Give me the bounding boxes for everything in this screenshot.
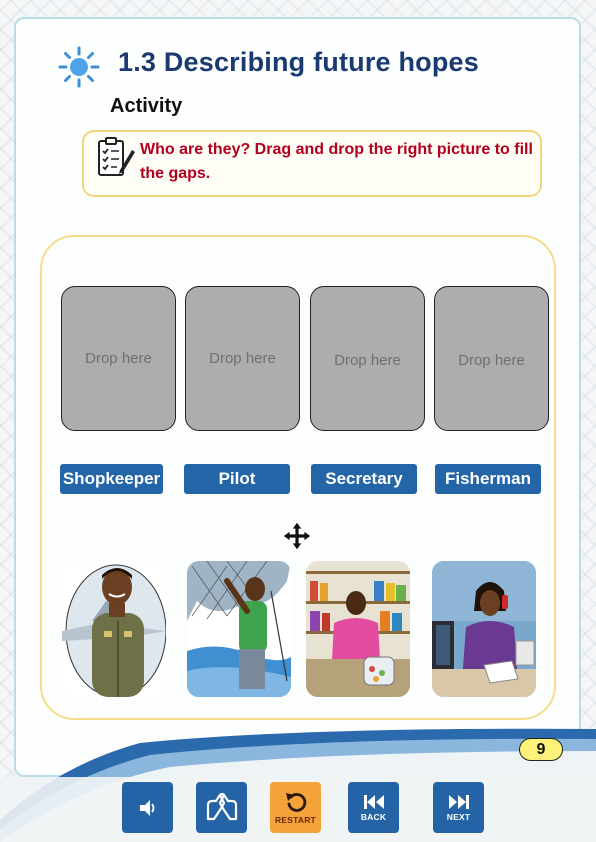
sign-language-icon xyxy=(206,792,237,820)
sun-icon xyxy=(58,46,100,88)
next-icon xyxy=(448,795,469,809)
label-secretary: Secretary xyxy=(311,464,417,494)
instruction-box: Who are they? Drag and drop the right pi… xyxy=(82,130,542,197)
restart-icon xyxy=(285,793,306,812)
fisherman-picture[interactable] xyxy=(187,561,291,697)
page-number-badge: 9 xyxy=(519,738,563,761)
restart-label: RESTART xyxy=(275,815,316,825)
section-heading: Activity xyxy=(110,95,183,117)
drop-zone-placeholder: Drop here xyxy=(458,352,525,369)
drop-zone-2[interactable]: Drop here xyxy=(185,286,300,431)
label-pilot: Pilot xyxy=(184,464,290,494)
drop-zone-1[interactable]: Drop here xyxy=(61,286,176,431)
page-title: 1.3 Describing future hopes xyxy=(118,47,479,77)
label-shopkeeper: Shopkeeper xyxy=(60,464,163,494)
shopkeeper-picture[interactable] xyxy=(306,561,410,697)
drop-zone-placeholder: Drop here xyxy=(85,350,152,367)
speaker-icon xyxy=(139,799,154,816)
pilot-picture[interactable] xyxy=(62,561,166,697)
sign-language-button[interactable] xyxy=(196,782,247,833)
move-cursor-icon xyxy=(282,521,312,551)
restart-button[interactable]: RESTART xyxy=(270,782,321,833)
drop-zone-3[interactable]: Drop here xyxy=(310,286,425,431)
instruction-text: Who are they? Drag and drop the right pi… xyxy=(140,141,533,182)
secretary-picture[interactable] xyxy=(432,561,536,697)
drop-zone-placeholder: Drop here xyxy=(334,352,401,369)
checklist-icon xyxy=(98,137,135,176)
label-fisherman: Fisherman xyxy=(435,464,541,494)
back-label: BACK xyxy=(360,812,387,822)
back-icon xyxy=(363,795,384,809)
next-button[interactable]: NEXT xyxy=(433,782,484,833)
audio-button[interactable] xyxy=(122,782,173,833)
drop-zone-placeholder: Drop here xyxy=(209,350,276,367)
drop-zone-4[interactable]: Drop here xyxy=(434,286,549,431)
next-label: NEXT xyxy=(446,812,471,822)
back-button[interactable]: BACK xyxy=(348,782,399,833)
